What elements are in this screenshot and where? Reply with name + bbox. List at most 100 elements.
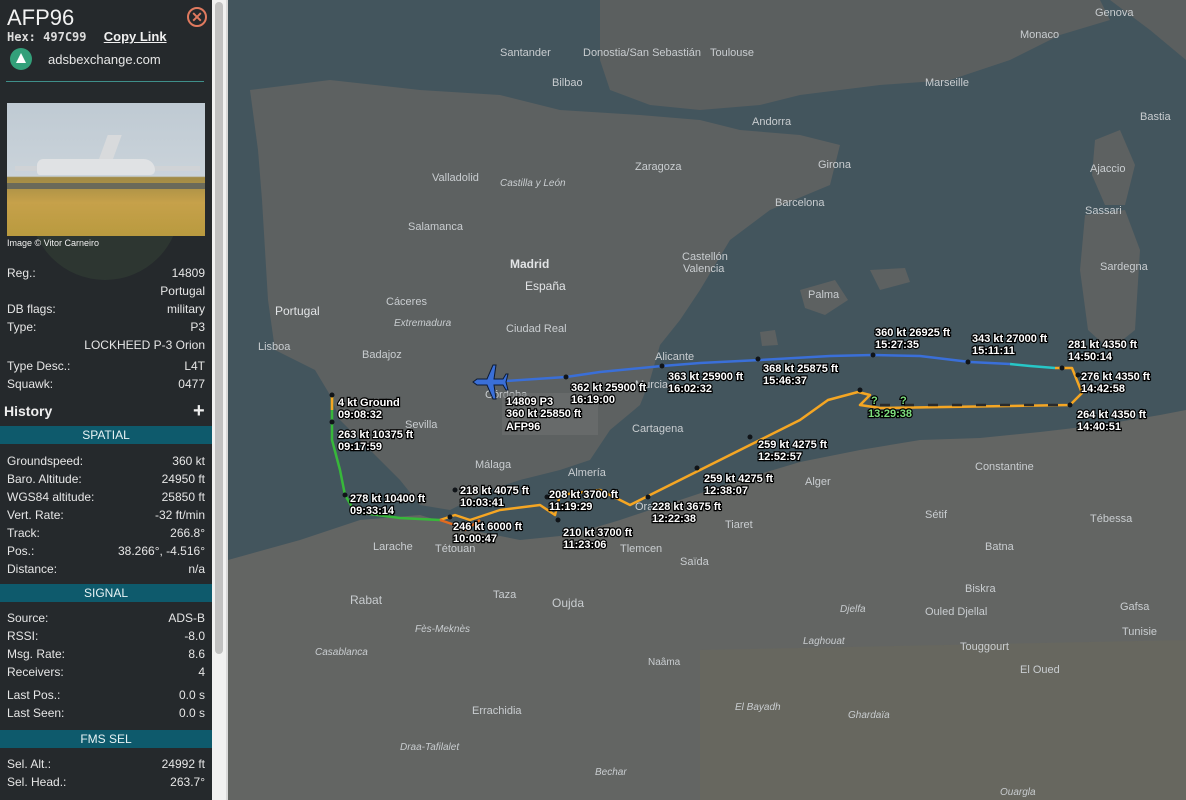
signal-header[interactable]: SIGNAL <box>0 584 212 602</box>
spatial-label: Baro. Altitude: <box>7 472 82 486</box>
fms-row: Sel. Alt.: 24992 ft <box>7 757 205 773</box>
track-point[interactable] <box>870 352 876 358</box>
place-label: Ouargla <box>1000 787 1036 798</box>
track-point[interactable] <box>329 392 335 398</box>
track-point[interactable] <box>563 374 569 380</box>
track-label-time: 14:40:51 <box>1077 421 1121 433</box>
signal-row: Receivers: 4 <box>7 665 205 681</box>
track-point[interactable] <box>1059 365 1065 371</box>
place-label: Ciudad Real <box>506 323 567 335</box>
adsbexchange-logo-icon[interactable] <box>10 48 32 70</box>
track-point[interactable] <box>342 492 348 498</box>
track-point[interactable] <box>694 465 700 471</box>
place-label: Ouled Djellal <box>925 606 987 618</box>
info-value: military <box>167 302 205 316</box>
track-point[interactable] <box>645 494 651 500</box>
place-label: Bilbao <box>552 77 583 89</box>
place-label: Saïda <box>680 556 710 568</box>
place-label: Andorra <box>752 116 792 128</box>
place-label: Taza <box>493 589 517 601</box>
spatial-value: -32 ft/min <box>154 508 205 522</box>
spatial-label: Vert. Rate: <box>7 508 64 522</box>
flight-map[interactable]: Toulouse Marseille Monaco Genova Santand… <box>228 0 1186 800</box>
place-label: Rabat <box>350 593 383 607</box>
map-canvas[interactable]: Toulouse Marseille Monaco Genova Santand… <box>228 0 1186 800</box>
track-label-time: 12:52:57 <box>758 451 802 463</box>
signal-label: Last Pos.: <box>7 688 61 702</box>
track-point[interactable] <box>447 514 453 520</box>
plane-label-reg: 14809 P3 <box>506 396 553 408</box>
signal-row: Last Pos.: 0.0 s <box>7 688 205 704</box>
place-label: Zaragoza <box>635 161 682 173</box>
place-label: Barcelona <box>775 197 825 209</box>
track-point[interactable] <box>857 387 863 393</box>
expand-plus-icon[interactable]: + <box>193 400 205 423</box>
track-point[interactable] <box>747 434 753 440</box>
place-label: Madrid <box>510 257 549 271</box>
place-label: Salamanca <box>408 221 464 233</box>
hex-row: Hex: 497C99 Copy Link <box>7 29 167 44</box>
track-label-speed-alt: 362 kt 25900 ft <box>571 382 647 394</box>
track-point[interactable] <box>965 359 971 365</box>
spatial-header[interactable]: SPATIAL <box>0 426 212 444</box>
copy-link[interactable]: Copy Link <box>104 29 167 44</box>
sidebar-scrollbar-thumb[interactable] <box>215 2 223 654</box>
track-point[interactable] <box>329 419 335 425</box>
place-label: El Bayadh <box>735 702 781 713</box>
signal-label: Last Seen: <box>7 706 65 720</box>
info-value: Portugal <box>160 284 205 298</box>
track-point[interactable] <box>1075 372 1081 378</box>
track-point[interactable] <box>659 363 665 369</box>
spatial-value: 38.266°, -4.516° <box>118 544 205 558</box>
signal-value: -8.0 <box>184 629 205 643</box>
track-label-time: 16:19:00 <box>571 394 615 406</box>
info-row: Squawk: 0477 <box>7 377 205 393</box>
spatial-row: WGS84 altitude: 25850 ft <box>7 490 205 506</box>
info-row: Reg.: 14809 <box>7 266 205 282</box>
unknown-speed-label: ? <box>871 395 878 407</box>
signal-row: RSSI: -8.0 <box>7 629 205 645</box>
place-label: Monaco <box>1020 29 1059 41</box>
info-row: Type: P3 <box>7 320 205 336</box>
close-icon[interactable]: ✕ <box>187 7 207 27</box>
track-label-speed-alt: 278 kt 10400 ft <box>350 493 426 505</box>
hex-value: 497C99 <box>43 30 87 44</box>
place-label: Errachidia <box>472 705 522 717</box>
adsbexchange-link[interactable]: adsbexchange.com <box>48 52 161 67</box>
place-label: Extremadura <box>394 318 452 329</box>
track-label-time: 12:22:38 <box>652 513 696 525</box>
track-point[interactable] <box>755 356 761 362</box>
spatial-label: Groundspeed: <box>7 454 84 468</box>
place-label: Tébessa <box>1090 513 1133 525</box>
place-label: Bastia <box>1140 111 1171 123</box>
place-label: Constantine <box>975 461 1034 473</box>
track-label-speed-alt: 208 kt 3700 ft <box>549 489 618 501</box>
place-label: Cáceres <box>386 296 427 308</box>
track-point[interactable] <box>555 517 561 523</box>
track-point[interactable] <box>452 487 458 493</box>
signal-value: 0.0 s <box>178 688 205 702</box>
unknown-time-label: 13:29:38 <box>868 408 912 420</box>
place-label: Lisboa <box>258 341 291 353</box>
hex-label: Hex: <box>7 30 36 44</box>
place-label: Valladolid <box>432 172 479 184</box>
app: AFP96 ✕ Hex: 497C99 Copy Link adsbexchan… <box>0 0 1186 800</box>
aircraft-photo[interactable] <box>7 103 205 236</box>
place-label: Badajoz <box>362 349 402 361</box>
place-label: Naâma <box>648 657 681 668</box>
land-sardinia <box>1080 210 1140 350</box>
land-ibiza <box>760 330 778 346</box>
signal-label: Source: <box>7 611 49 625</box>
track-label-speed-alt: 218 kt 4075 ft <box>460 485 529 497</box>
info-value: L4T <box>184 359 205 373</box>
track-point[interactable] <box>1067 402 1073 408</box>
track-label-time: 09:08:32 <box>338 409 382 421</box>
history-heading[interactable]: History <box>4 403 52 419</box>
fms-label: Sel. Alt.: <box>7 757 52 771</box>
track-label-speed-alt: 368 kt 25875 ft <box>763 363 839 375</box>
signal-row: Msg. Rate: 8.6 <box>7 647 205 663</box>
fms-header[interactable]: FMS SEL <box>0 730 212 748</box>
spatial-label: Track: <box>7 526 40 540</box>
place-label: Tiaret <box>725 519 753 531</box>
place-label: Santander <box>500 47 551 59</box>
